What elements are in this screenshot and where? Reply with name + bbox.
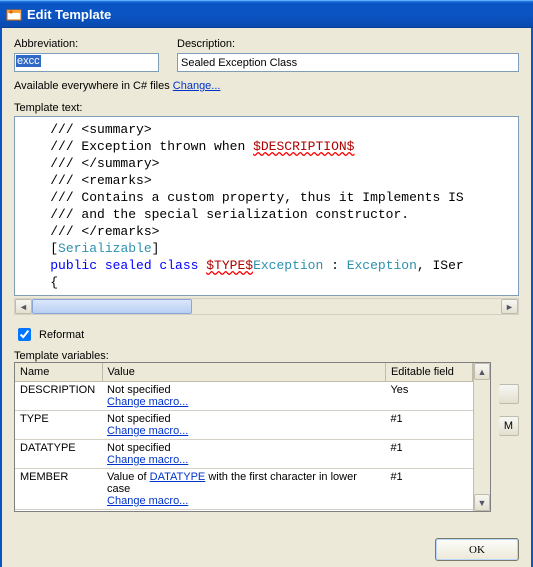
- row-name: MEMBER: [15, 469, 102, 510]
- abbreviation-selection: excc: [16, 55, 41, 67]
- reformat-checkbox[interactable]: [18, 328, 31, 341]
- row-editable: #1: [385, 411, 472, 440]
- window-title: Edit Template: [27, 7, 111, 22]
- side-button-1[interactable]: [499, 384, 519, 404]
- change-macro-link[interactable]: Change macro...: [107, 425, 188, 437]
- row-value: Not specifiedChange macro...: [102, 382, 385, 411]
- col-editable[interactable]: Editable field: [385, 363, 472, 382]
- row-value: Not specifiedChange macro...: [102, 411, 385, 440]
- reformat-label: Reformat: [39, 329, 84, 341]
- vertical-scrollbar[interactable]: ▲ ▼: [473, 363, 490, 511]
- template-text-label: Template text:: [14, 102, 82, 114]
- table-row[interactable]: DATATYPENot specifiedChange macro...#1: [15, 440, 473, 469]
- row-editable: Yes: [385, 382, 472, 411]
- change-macro-link[interactable]: Change macro...: [107, 495, 188, 507]
- horizontal-scrollbar[interactable]: ◄ ►: [14, 298, 519, 315]
- availability-change-link[interactable]: Change...: [173, 80, 221, 92]
- scroll-left-icon[interactable]: ◄: [15, 299, 32, 314]
- col-value[interactable]: Value: [102, 363, 385, 382]
- variables-grid[interactable]: Name Value Editable field DESCRIPTIONNot…: [14, 362, 491, 512]
- row-editable: #1: [385, 440, 472, 469]
- datatype-link[interactable]: DATATYPE: [150, 471, 206, 483]
- description-input[interactable]: [177, 53, 519, 72]
- row-name: DESCRIPTION: [15, 382, 102, 411]
- row-name: TYPE: [15, 411, 102, 440]
- availability-text: Available everywhere in C# files: [14, 80, 173, 92]
- scroll-down-icon[interactable]: ▼: [474, 494, 490, 511]
- row-editable: #1: [385, 469, 472, 510]
- app-icon: [6, 7, 22, 23]
- row-value: Value of DATATYPE with the first charact…: [102, 510, 385, 512]
- change-macro-link[interactable]: Change macro...: [107, 454, 188, 466]
- row-value: Not specifiedChange macro...: [102, 440, 385, 469]
- scroll-up-icon[interactable]: ▲: [474, 363, 490, 380]
- change-macro-link[interactable]: Change macro...: [107, 396, 188, 408]
- titlebar[interactable]: Edit Template: [0, 0, 533, 28]
- scroll-right-icon[interactable]: ►: [501, 299, 518, 314]
- table-row[interactable]: MEMBERValue of DATATYPE with the first c…: [15, 469, 473, 510]
- row-value: Value of DATATYPE with the first charact…: [102, 469, 385, 510]
- row-editable: #1: [385, 510, 472, 512]
- template-variables-label: Template variables:: [14, 350, 109, 362]
- table-row[interactable]: PROPERTYNAValue of DATATYPE with the fir…: [15, 510, 473, 512]
- row-name: PROPERTYNA: [15, 510, 102, 512]
- side-button-m[interactable]: M: [499, 416, 519, 436]
- abbreviation-label: Abbreviation:: [14, 38, 159, 50]
- description-label: Description:: [177, 38, 519, 50]
- table-row[interactable]: TYPENot specifiedChange macro...#1: [15, 411, 473, 440]
- template-text-editor[interactable]: /// <summary> /// Exception thrown when …: [14, 116, 519, 296]
- ok-button[interactable]: OK: [435, 538, 519, 561]
- table-row[interactable]: DESCRIPTIONNot specifiedChange macro...Y…: [15, 382, 473, 411]
- col-name[interactable]: Name: [15, 363, 102, 382]
- scroll-thumb[interactable]: [32, 299, 192, 314]
- row-name: DATATYPE: [15, 440, 102, 469]
